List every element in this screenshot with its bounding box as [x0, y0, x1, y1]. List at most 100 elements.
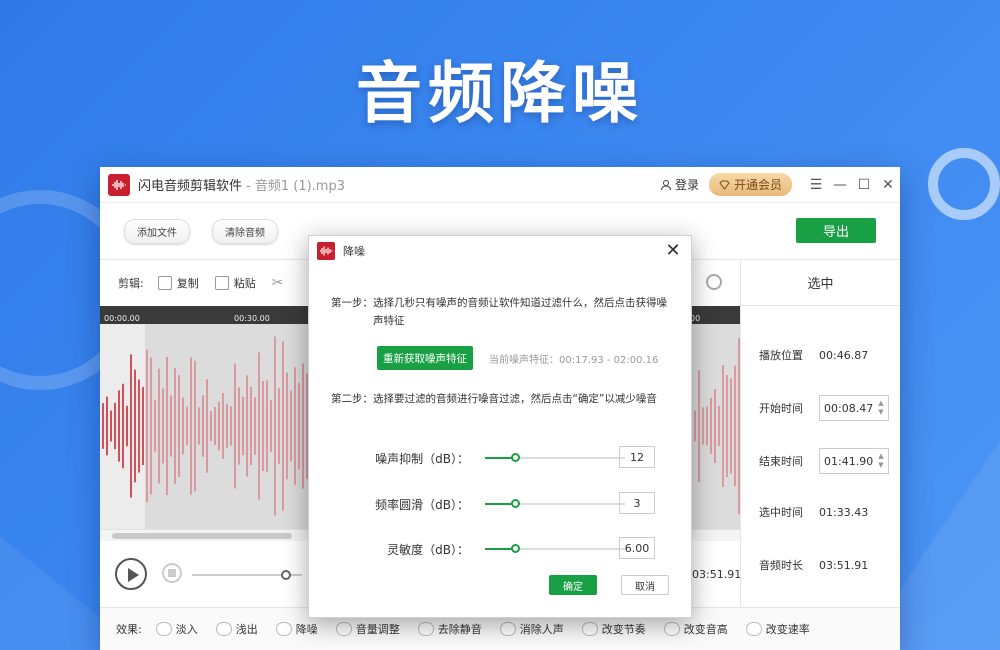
copy-label: 复制: [176, 277, 199, 290]
effect-label: 改变速率: [765, 623, 810, 636]
noise-feature-info: 当前噪声特征：00:17.93 - 02:00.16: [489, 355, 659, 366]
maximize-icon[interactable]: ☐: [852, 177, 876, 193]
effects-label: 效果:: [116, 623, 142, 636]
decor-ring-small: [928, 148, 1000, 220]
slider-handle[interactable]: [511, 499, 520, 508]
effect-label: 音量调整: [355, 623, 400, 636]
effect-remove-silence[interactable]: 去除静音: [417, 621, 482, 637]
scissors-icon[interactable]: ✂: [272, 275, 284, 291]
cancel-button[interactable]: 取消: [621, 575, 669, 595]
stepper-arrows-icon[interactable]: ▲ ▼: [874, 452, 888, 470]
mute-icon: [417, 622, 434, 636]
stepper-arrows-icon[interactable]: ▲ ▼: [874, 399, 888, 417]
step-one-text: 选择几秒只有噪声的音频让软件知道过滤什么，然后点击获得噪声特征: [373, 297, 667, 327]
player-time: 03:51.91: [692, 568, 742, 581]
effect-label: 淡入: [175, 623, 198, 636]
step-two: 第二步： 选择要过滤的音频进行噪音过滤，然后点击“确定”以减少噪音: [331, 390, 676, 408]
end-time-row: 结束时间 01:41.90 ▲ ▼: [759, 448, 889, 474]
duration-row: 音频时长 03:51.91: [759, 557, 889, 573]
minimize-icon[interactable]: —: [828, 177, 852, 193]
dialog-header: 降噪 ✕: [309, 236, 691, 266]
effect-label: 改变节奏: [601, 623, 646, 636]
denoise-icon: [275, 622, 292, 636]
paste-button[interactable]: 粘贴: [214, 275, 256, 291]
scrollbar-thumb[interactable]: [112, 533, 292, 539]
user-icon: [660, 179, 671, 190]
effect-tempo[interactable]: 改变节奏: [581, 621, 646, 637]
dialog-title: 降噪: [343, 245, 365, 258]
duration-value: 03:51.91: [819, 558, 869, 572]
seek-handle[interactable]: [281, 570, 291, 580]
rate-icon: [745, 622, 762, 636]
noise-suppression-value[interactable]: 12: [619, 446, 655, 468]
play-position-label: 播放位置: [759, 349, 803, 362]
copy-icon: [157, 276, 172, 290]
file-name: - 音频1 (1).mp3: [246, 179, 345, 194]
sensitivity-label: 灵敏度（dB）：: [387, 543, 469, 557]
ok-button[interactable]: 确定: [549, 575, 597, 595]
step-one-label: 第一步：: [331, 297, 373, 309]
close-icon[interactable]: ✕: [663, 240, 683, 261]
stop-icon[interactable]: [162, 563, 182, 583]
sensitivity-value[interactable]: 6.00: [619, 537, 655, 559]
start-time-stepper[interactable]: 00:08.47 ▲ ▼: [819, 395, 889, 421]
slider-handle[interactable]: [511, 544, 520, 553]
pitch-icon: [663, 622, 680, 636]
fade-out-icon: [215, 622, 232, 636]
vip-button[interactable]: 开通会员: [708, 173, 792, 196]
export-button[interactable]: 导出: [796, 218, 876, 243]
start-time-value: 00:08.47: [824, 401, 874, 415]
noise-suppression-label: 噪声抑制（dB）：: [375, 452, 469, 466]
effect-label: 降噪: [295, 623, 318, 636]
clear-audio-button[interactable]: 清除音频: [212, 218, 278, 244]
waveform-logo-icon: [317, 242, 335, 260]
effect-label: 浅出: [235, 623, 258, 636]
title-bar: 闪电音频剪辑软件 - 音频1 (1).mp3 登录 开通会员 ☰ — ☐ ✕: [100, 167, 900, 203]
paste-icon: [214, 276, 229, 290]
end-time-stepper[interactable]: 01:41.90 ▲ ▼: [819, 448, 889, 474]
effect-fade-in[interactable]: 淡入: [155, 621, 198, 637]
effect-pitch[interactable]: 改变音高: [663, 621, 728, 637]
waveform-logo-icon: [108, 173, 130, 196]
add-file-button[interactable]: 添加文件: [124, 218, 190, 244]
selected-time-row: 选中时间 01:33.43: [759, 504, 889, 520]
sensitivity-row: 灵敏度（dB）： 6.00: [329, 537, 659, 561]
selected-time-label: 选中时间: [759, 506, 803, 519]
noise-suppression-row: 噪声抑制（dB）： 12: [329, 446, 659, 470]
end-time-value: 01:41.90: [824, 454, 874, 468]
close-icon[interactable]: ✕: [876, 177, 900, 193]
tick-label: 00:30.00: [234, 314, 270, 323]
copy-button[interactable]: 复制: [157, 275, 199, 291]
effect-rate[interactable]: 改变速率: [745, 621, 810, 637]
play-position-value: 00:46.87: [819, 348, 869, 362]
effect-fade-out[interactable]: 浅出: [215, 621, 258, 637]
login-button[interactable]: 登录: [660, 176, 699, 193]
promo-stage: 音频降噪 闪电音频剪辑软件 - 音频1 (1).mp3 登录 开通会员 ☰ — …: [0, 0, 1000, 650]
vocals-icon: [499, 622, 516, 636]
selected-time-value: 01:33.43: [819, 505, 869, 519]
effect-label: 消除人声: [519, 623, 564, 636]
effect-remove-vocals[interactable]: 消除人声: [499, 621, 564, 637]
diamond-icon: [719, 180, 730, 190]
fade-in-icon: [155, 622, 172, 636]
effect-denoise[interactable]: 降噪: [275, 621, 318, 637]
frequency-smoothing-row: 频率圆滑（dB）： 3: [329, 492, 659, 516]
frequency-smoothing-value[interactable]: 3: [619, 492, 655, 514]
refetch-noise-button[interactable]: 重新获取噪声特征: [377, 346, 473, 370]
effect-label: 改变音高: [683, 623, 728, 636]
end-time-label: 结束时间: [759, 455, 803, 468]
start-time-row: 开始时间 00:08.47 ▲ ▼: [759, 395, 889, 421]
step-two-label: 第二步：: [331, 393, 373, 405]
tempo-icon: [581, 622, 598, 636]
play-icon[interactable]: [115, 558, 147, 590]
play-position-row: 播放位置 00:46.87: [759, 347, 889, 363]
effect-label: 去除静音: [437, 623, 482, 636]
slider-handle[interactable]: [511, 453, 520, 462]
edit-label: 剪辑:: [118, 277, 144, 290]
zoom-icon[interactable]: [706, 274, 722, 290]
volume-icon: [335, 622, 352, 636]
step-two-text: 选择要过滤的音频进行噪音过滤，然后点击“确定”以减少噪音: [373, 393, 657, 405]
menu-icon[interactable]: ☰: [804, 177, 828, 193]
login-label: 登录: [674, 178, 699, 192]
effect-volume[interactable]: 音量调整: [335, 621, 400, 637]
